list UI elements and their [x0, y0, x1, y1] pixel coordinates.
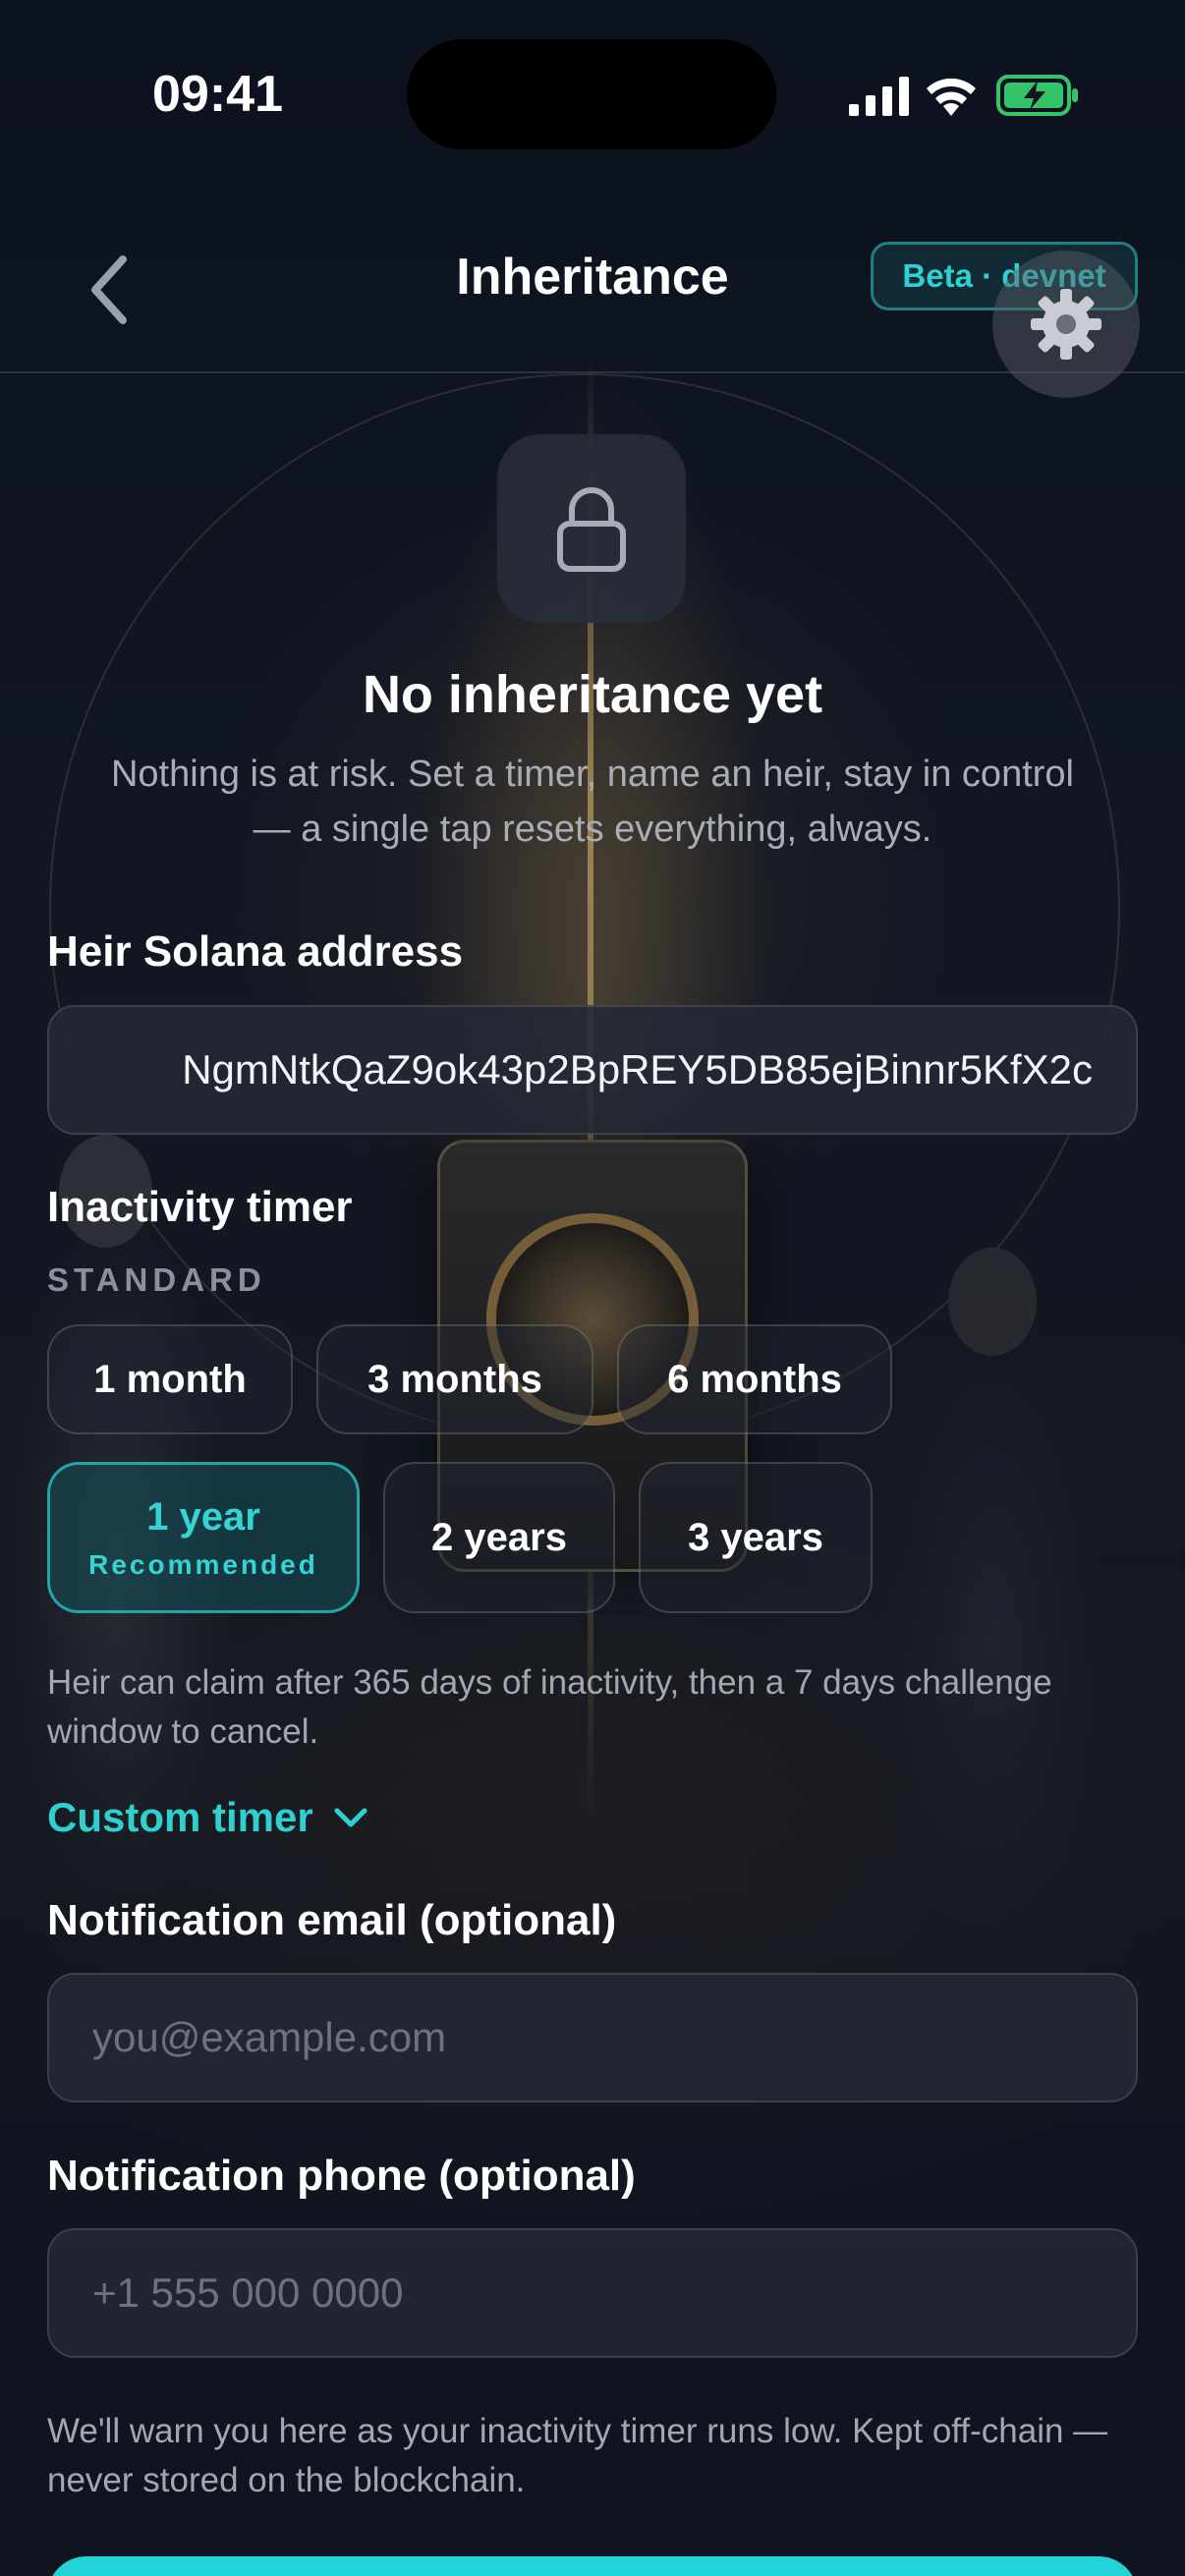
empty-state-description: Nothing is at risk. Set a timer, name an…: [110, 754, 1074, 850]
heir-address-input[interactable]: NgmNtkQaZ9ok43p2BpREY5DB85ejBinnr5KfX2c: [47, 1005, 1138, 1135]
chevron-down-icon: [334, 1808, 367, 1827]
timer-option-2-years[interactable]: 2 years: [383, 1462, 615, 1613]
phone-label: Notification phone (optional): [47, 2152, 636, 2200]
timer-option-6-months[interactable]: 6 months: [617, 1324, 892, 1434]
empty-state-title: No inheritance yet: [362, 665, 823, 724]
dynamic-island: [407, 39, 776, 149]
timer-option-label: 1 year: [146, 1494, 260, 1539]
timer-option-label: 6 months: [667, 1357, 842, 1401]
phone-placeholder: +1 555 000 0000: [92, 2269, 404, 2316]
phone-input[interactable]: +1 555 000 0000: [47, 2228, 1138, 2358]
timer-option-3-years[interactable]: 3 years: [639, 1462, 873, 1613]
timer-option-3-months[interactable]: 3 months: [316, 1324, 593, 1434]
recommended-badge: Recommended: [88, 1548, 318, 1580]
custom-timer-label: Custom timer: [47, 1794, 313, 1840]
heir-address-label: Heir Solana address: [47, 927, 464, 976]
primary-action-button[interactable]: [47, 2556, 1138, 2576]
lock-icon: [557, 487, 626, 572]
battery-charging-icon: [996, 75, 1078, 116]
email-input[interactable]: you@example.com: [47, 1973, 1138, 2102]
artwork-figure-right-head: [948, 1248, 1037, 1356]
email-placeholder: you@example.com: [92, 2014, 447, 2060]
timer-option-1-year[interactable]: 1 year Recommended: [47, 1462, 360, 1613]
inactivity-timer-label: Inactivity timer: [47, 1183, 353, 1231]
status-bar: 09:41: [0, 0, 1185, 196]
settings-button[interactable]: [992, 251, 1140, 398]
heir-address-value: NgmNtkQaZ9ok43p2BpREY5DB85ejBinnr5KfX2c: [182, 1046, 1093, 1092]
timer-option-label: 3 months: [367, 1357, 542, 1401]
cellular-signal-icon: [849, 77, 909, 116]
status-time: 09:41: [152, 66, 283, 123]
timer-option-1-month[interactable]: 1 month: [47, 1324, 293, 1434]
timer-helper-text: Heir can claim after 365 days of inactiv…: [47, 1663, 1052, 1751]
timer-section-caption: STANDARD: [47, 1261, 266, 1298]
lock-tile: [497, 434, 686, 623]
gear-icon: [1031, 289, 1101, 360]
wifi-icon: [927, 78, 976, 116]
timer-option-label: 3 years: [688, 1515, 823, 1559]
email-label: Notification email (optional): [47, 1896, 617, 1944]
timer-option-label: 1 month: [93, 1357, 247, 1401]
timer-option-label: 2 years: [431, 1515, 567, 1559]
notification-notice: We'll warn you here as your inactivity t…: [47, 2412, 1108, 2499]
custom-timer-toggle[interactable]: Custom timer: [47, 1794, 368, 1841]
